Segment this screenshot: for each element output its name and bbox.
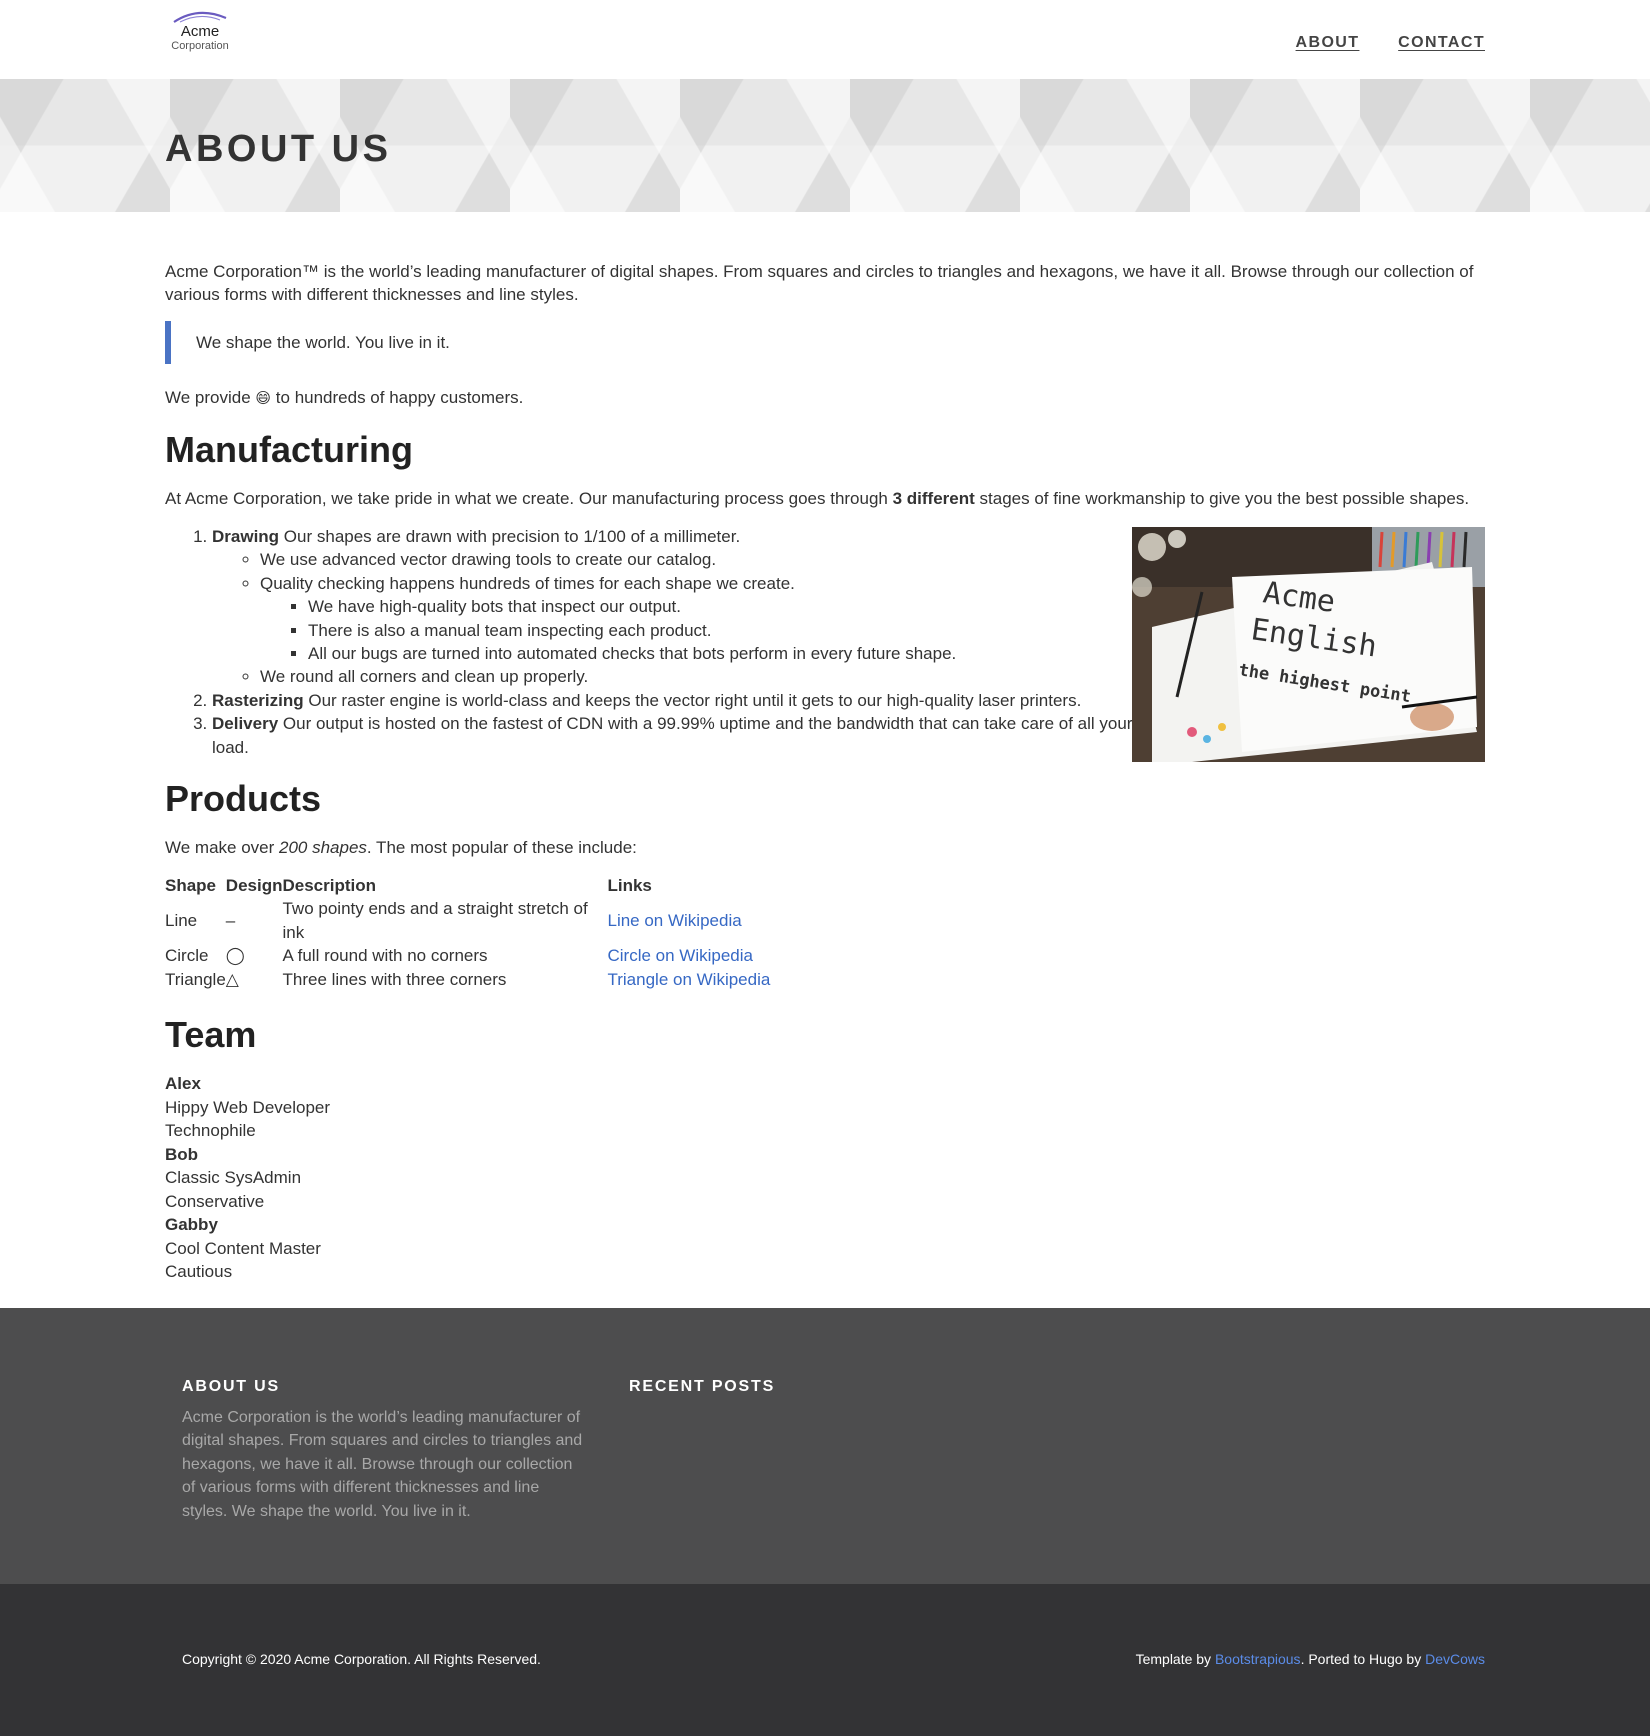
column-header-description: Description [282, 875, 377, 895]
manufacturing-stages-list: Drawing Our shapes are drawn with precis… [165, 525, 1172, 760]
products-paragraph: We make over 200 shapes. The most popula… [165, 836, 1485, 859]
credits-ported-text: . Ported to Hugo by [1300, 1650, 1422, 1667]
footer-about-text: Acme Corporation is the world’s leading … [182, 1408, 583, 1520]
manufacturing-paragraph: At Acme Corporation, we take pride in wh… [165, 487, 1485, 510]
products-text-em: 200 shapes [279, 838, 367, 858]
products-table: Shape Design Description Links Line – Tw… [165, 874, 770, 991]
credits-template-text: Template by [1135, 1650, 1212, 1667]
provide-text-start: We provide [165, 388, 251, 408]
provide-paragraph: We provide 😄 to hundreds of happy custom… [165, 386, 1485, 410]
nav-about-link[interactable]: ABOUT [1296, 34, 1360, 51]
table-header-row: Shape Design Description Links [165, 874, 770, 897]
shape-cell: Line [165, 911, 198, 931]
products-text-end: . The most popular of these include: [366, 838, 637, 858]
credits: Template by Bootstrapious. Ported to Hug… [1136, 1650, 1485, 1669]
copyright-text: Copyright © 2020 Acme Corporation. All R… [182, 1650, 541, 1667]
tagline-quote: We shape the world. You live in it. [165, 320, 1485, 365]
shape-cell: Triangle [165, 969, 226, 989]
column-header-design: Design [225, 875, 283, 895]
list-item: There is also a manual team inspecting e… [308, 619, 1172, 642]
stage-drawing: Drawing Our shapes are drawn with precis… [212, 525, 1172, 689]
drawing-substeps: We use advanced vector drawing tools to … [212, 548, 1172, 689]
products-heading: Products [165, 778, 322, 820]
description-cell: A full round with no corners [282, 946, 488, 966]
table-row: Line – Two pointy ends and a straight st… [165, 897, 770, 944]
column-header-shape: Shape [165, 875, 217, 895]
copyright-bar: Copyright © 2020 Acme Corporation. All R… [0, 1583, 1650, 1736]
manufacturing-text-start: At Acme Corporation, we take pride in wh… [165, 489, 888, 509]
logo-subtitle: Corporation [171, 40, 229, 52]
manufacturing-text-bold: 3 different [892, 489, 975, 509]
stage-title: Delivery [212, 714, 279, 734]
team-heading: Team [165, 1014, 257, 1056]
stage-title: Drawing [212, 526, 280, 546]
manufacturing-section: At Acme Corporation, we take pride in wh… [165, 487, 1485, 763]
page-banner: ABOUT US [0, 79, 1650, 212]
description-cell: Three lines with three corners [282, 969, 507, 989]
description-cell: Two pointy ends and a straight stretch o… [282, 899, 588, 942]
circle-shape-icon: ◯ [225, 946, 245, 966]
member-name: Gabby [165, 1215, 218, 1235]
list-item: Quality checking happens hundreds of tim… [260, 572, 1172, 666]
member-name: Bob [165, 1144, 199, 1164]
footer-recent-posts-heading: RECENT POSTS [629, 1377, 776, 1395]
member-trait: Conservative [165, 1191, 265, 1211]
footer-recent-posts-column: RECENT POSTS [629, 1376, 775, 1406]
main-nav: ABOUT CONTACT [1262, 30, 1485, 54]
main-content: Acme Corporation™ is the world’s leading… [165, 212, 1485, 1284]
member-trait: Technophile [165, 1121, 256, 1141]
triangle-wikipedia-link[interactable]: Triangle on Wikipedia [607, 970, 770, 989]
stage-rasterizing: Rasterizing Our raster engine is world-c… [212, 689, 1172, 712]
team-list: Alex Hippy Web Developer Technophile Bob… [165, 1072, 1485, 1284]
triangle-shape-icon: △ [225, 969, 239, 989]
line-wikipedia-link[interactable]: Line on Wikipedia [607, 911, 741, 930]
list-item: We round all corners and clean up proper… [260, 665, 1172, 688]
list-item-text: Quality checking happens hundreds of tim… [260, 573, 795, 593]
site-footer: ABOUT US Acme Corporation is the world’s… [0, 1307, 1650, 1584]
logo-name: Acme [180, 23, 220, 40]
tagline-text: We shape the world. You live in it. [196, 332, 450, 352]
circle-wikipedia-link[interactable]: Circle on Wikipedia [607, 946, 753, 965]
table-row: Triangle △ Three lines with three corner… [165, 968, 770, 991]
line-shape-icon: – [225, 911, 236, 931]
member-role: Cool Content Master [165, 1238, 321, 1258]
top-bar: Acme Corporation ABOUT CONTACT [0, 0, 1650, 79]
shape-cell: Circle [165, 946, 209, 966]
member-role: Hippy Web Developer [165, 1097, 331, 1117]
bootstrapious-link[interactable]: Bootstrapious [1215, 1651, 1301, 1667]
column-header-links: Links [607, 875, 652, 895]
member-name: Alex [165, 1074, 201, 1094]
list-item: We use advanced vector drawing tools to … [260, 548, 1172, 571]
footer-about-column: ABOUT US Acme Corporation is the world’s… [182, 1376, 587, 1524]
stage-text: Our output is hosted on the fastest of C… [212, 714, 1133, 757]
page-title: ABOUT US [165, 128, 392, 170]
manufacturing-heading: Manufacturing [165, 429, 413, 471]
manufacturing-text-end: stages of fine workmanship to give you t… [979, 489, 1470, 509]
stage-title: Rasterizing [212, 690, 304, 710]
list-item: We have high-quality bots that inspect o… [308, 595, 1172, 618]
table-row: Circle ◯ A full round with no corners Ci… [165, 944, 770, 967]
logo-arc-icon [173, 11, 227, 23]
stage-text: Our shapes are drawn with precision to 1… [283, 526, 741, 546]
products-text-start: We make over [165, 838, 275, 858]
member-trait: Cautious [165, 1262, 233, 1282]
acme-english-photo: Acme English the highest point [1132, 527, 1485, 763]
acme-logo[interactable]: Acme Corporation [165, 10, 235, 68]
intro-paragraph: Acme Corporation™ is the world’s leading… [165, 262, 1474, 305]
quality-substeps: We have high-quality bots that inspect o… [260, 595, 1172, 665]
stage-delivery: Delivery Our output is hosted on the fas… [212, 712, 1172, 759]
provide-text-end: to hundreds of happy customers. [275, 388, 524, 408]
smile-emoji-icon: 😄 [255, 390, 272, 408]
devcows-link[interactable]: DevCows [1425, 1651, 1485, 1667]
stage-text: Our raster engine is world-class and kee… [308, 690, 1082, 710]
nav-contact-link[interactable]: CONTACT [1398, 34, 1485, 51]
list-item: All our bugs are turned into automated c… [308, 642, 1172, 665]
footer-about-heading: ABOUT US [182, 1377, 280, 1395]
member-role: Classic SysAdmin [165, 1168, 302, 1188]
